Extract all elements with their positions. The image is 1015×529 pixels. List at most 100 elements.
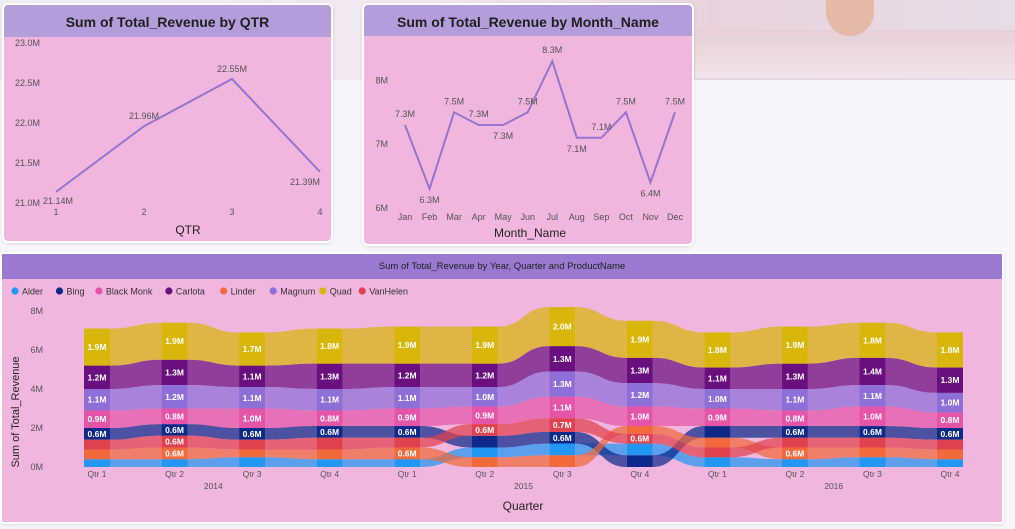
segment-vanhelen[interactable] — [937, 439, 963, 450]
qtr-chart-title: Sum of Total_Revenue by QTR — [4, 5, 331, 37]
segment-alder[interactable] — [394, 459, 421, 467]
ribbon-bing — [807, 426, 860, 438]
y-tick-label: 23.0M — [15, 38, 40, 48]
ribbon-black-monk — [420, 406, 472, 427]
segment-alder[interactable] — [316, 459, 343, 467]
segment-value-label: 1.0M — [243, 413, 262, 423]
segment-alder[interactable] — [471, 447, 498, 458]
data-label: 7.5M — [616, 96, 636, 106]
ribbon-chart[interactable]: Alder Bing Black Monk Carlota Linder Magnum Qu… — [2, 279, 1002, 522]
segment-bing[interactable] — [704, 426, 731, 438]
segment-value-label: 1.1M — [553, 403, 572, 413]
segment-value-label: 0.6M — [863, 427, 882, 437]
ribbon-revenue-card[interactable]: Sum of Total_Revenue by Year, Quarter an… — [0, 252, 1004, 524]
x-tick-label: May — [495, 212, 513, 222]
x-tick-label: 1 — [53, 207, 58, 217]
segment-alder[interactable] — [704, 457, 731, 467]
segment-alder[interactable] — [937, 459, 963, 467]
segment-value-label: 1.3M — [941, 375, 960, 385]
x-tick-label: Oct — [619, 212, 634, 222]
legend-label[interactable]: Quad — [330, 287, 352, 297]
legend-label[interactable]: Black Monk — [106, 287, 153, 297]
ribbon-bing — [885, 426, 937, 440]
legend-label[interactable]: Bing — [67, 287, 85, 297]
segment-bing[interactable] — [471, 435, 498, 448]
segment-linder[interactable] — [937, 449, 963, 460]
qtr-line-chart[interactable]: 21.0M 21.5M 22.0M 22.5M 23.0M 1 2 3 4 QTR 21.14M 21… — [4, 37, 331, 241]
segment-value-label: 1.9M — [398, 340, 417, 350]
x-tick-label: Qtr 1 — [708, 469, 727, 479]
segment-vanhelen[interactable] — [84, 439, 110, 450]
segment-value-label: 1.9M — [785, 340, 804, 350]
segment-value-label: 1.8M — [320, 341, 339, 351]
qtr-revenue-card[interactable]: Sum of Total_Revenue by QTR 21.0M 21.5M 22… — [2, 3, 333, 243]
data-label: 6.3M — [420, 195, 440, 205]
x-tick-label: 3 — [229, 207, 234, 217]
segment-value-label: 1.3M — [165, 367, 184, 377]
segment-vanhelen[interactable] — [394, 437, 421, 448]
y-tick-label: 2M — [30, 423, 43, 433]
segment-alder[interactable] — [859, 457, 886, 467]
month-line-chart[interactable]: 6M 7M 8M Jan Feb Mar Apr May Jun Jul Aug Sep Oct Nov D… — [364, 36, 692, 244]
segment-value-label: 0.9M — [88, 414, 107, 424]
segment-value-label: 1.1M — [243, 371, 262, 381]
data-label: 7.5M — [444, 96, 464, 106]
ribbon-black-monk — [265, 408, 317, 428]
x-axis-title: QTR — [175, 223, 201, 237]
ribbon-carlota — [265, 363, 317, 389]
segment-linder[interactable] — [471, 457, 498, 467]
legend-label[interactable]: Alder — [22, 287, 43, 297]
segment-vanhelen[interactable] — [781, 437, 808, 448]
segment-alder[interactable] — [84, 459, 110, 467]
revenue-line[interactable] — [404, 58, 676, 192]
segment-value-label: 1.0M — [863, 411, 882, 421]
segment-alder[interactable] — [161, 459, 188, 467]
segment-linder[interactable] — [859, 447, 886, 458]
y-tick-label: 4M — [30, 384, 43, 394]
segment-vanhelen[interactable] — [316, 437, 343, 450]
revenue-line[interactable] — [55, 77, 321, 193]
segment-value-label: 1.9M — [630, 334, 649, 344]
ribbon-quad — [265, 328, 317, 366]
segment-bing[interactable] — [626, 455, 653, 467]
segment-alder[interactable] — [549, 443, 576, 456]
x-tick-label: 4 — [317, 207, 322, 217]
segment-linder[interactable] — [626, 426, 653, 434]
segment-vanhelen[interactable] — [859, 437, 886, 448]
x-tick-label: Qtr 4 — [320, 469, 339, 479]
segment-alder[interactable] — [781, 459, 808, 467]
segment-value-label: 0.6M — [165, 437, 184, 447]
ribbon-black-monk — [652, 406, 705, 427]
year-label: 2014 — [204, 481, 223, 491]
background-shelf — [695, 30, 1015, 78]
ribbon-magnum — [342, 387, 395, 411]
segment-linder[interactable] — [239, 449, 266, 458]
y-tick-label: 8M — [375, 75, 388, 85]
x-tick-label: Qtr 4 — [630, 469, 649, 479]
ribbon-quad — [187, 322, 240, 366]
segment-linder[interactable] — [704, 437, 731, 448]
segment-linder[interactable] — [84, 449, 110, 460]
segment-linder[interactable] — [549, 455, 576, 467]
segment-value-label: 1.2M — [165, 392, 184, 402]
segment-value-label: 1.1M — [88, 395, 107, 405]
legend-marker-alder — [11, 287, 19, 295]
ribbon-bing — [265, 426, 317, 440]
segment-linder[interactable] — [316, 449, 343, 460]
ribbon-quad — [730, 326, 782, 368]
legend-label[interactable]: Magnum — [280, 287, 315, 297]
segment-vanhelen[interactable] — [239, 439, 266, 450]
segment-alder[interactable] — [239, 457, 266, 467]
segment-value-label: 1.3M — [553, 379, 572, 389]
segment-value-label: 1.2M — [88, 372, 107, 382]
segment-vanhelen[interactable] — [704, 447, 731, 458]
legend-marker-magnum — [269, 287, 277, 295]
segment-value-label: 0.9M — [708, 412, 727, 422]
month-revenue-card[interactable]: Sum of Total_Revenue by Month_Name 6M 7M 8… — [362, 3, 694, 246]
segment-value-label: 1.3M — [630, 365, 649, 375]
legend-label[interactable]: Linder — [231, 287, 256, 297]
legend-label[interactable]: VanHelen — [369, 287, 408, 297]
segment-alder[interactable] — [626, 443, 653, 456]
legend-label[interactable]: Carlota — [176, 287, 205, 297]
segment-value-label: 1.8M — [863, 335, 882, 345]
